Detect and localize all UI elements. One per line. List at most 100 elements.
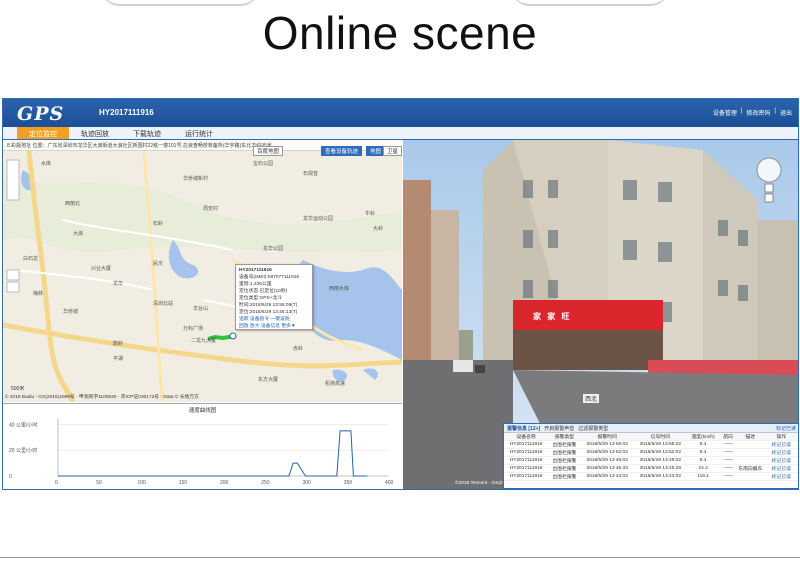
cell: 2018/6/29 13:49:02 <box>633 456 687 466</box>
table-row: HY2017111916 出围栏报警 2018/6/29 13:55:02 2018/… <box>504 440 798 450</box>
column-header: 报警类型 <box>548 433 581 442</box>
cell: 9.4 <box>686 456 720 466</box>
map-label: 石岭 <box>153 221 164 227</box>
tab-download-track[interactable]: 下载轨迹 <box>121 127 173 139</box>
tab-location-monitor[interactable]: 定位监控 <box>17 127 69 139</box>
map-label: 石观音 <box>303 171 319 177</box>
satellite-button[interactable]: 卫星 <box>383 146 402 156</box>
map-label: 机荷高速 <box>325 381 346 387</box>
mark-read-link[interactable]: 标记已读 <box>763 464 798 474</box>
map-label: 龙华 <box>113 281 124 287</box>
alarm-table-header: 设备名称 报警类型 报警时间 信号时间 速度(km/h) 航向 描述 操作 <box>504 433 798 442</box>
cell: 9.4 <box>686 448 720 458</box>
speed-chart: 速度曲线图 40 公里/小时 20 公里/小时 0 0 50 100 150 200 250 30… <box>3 403 402 487</box>
cell: 2018/6/29 13:55:02 <box>633 440 687 450</box>
column-header: 报警时间 <box>580 433 634 442</box>
tab-run-statistics[interactable]: 运行统计 <box>173 127 225 139</box>
top-links: 设备管理 | 修改密码 | 退出 <box>712 108 792 117</box>
cell: 9.4 <box>686 440 720 450</box>
popup-actions-row1[interactable]: 追踪 设备指令 一键设防 <box>239 316 309 323</box>
headline: Online scene <box>262 7 538 59</box>
cell: 24.4 <box>686 464 720 474</box>
map-label: 华侨城新村 <box>183 176 209 182</box>
cell: 出围栏报警 <box>548 472 581 482</box>
cell: —— <box>719 472 737 482</box>
column-header: 航向 <box>719 433 737 442</box>
mark-read-link[interactable]: 标记已读 <box>763 456 798 466</box>
device-manage-link[interactable]: 设备管理 <box>713 108 737 117</box>
map-label: 宝石公园 <box>253 161 274 167</box>
x-tick-label: 150 <box>179 480 188 486</box>
map-label: 西丽水库 <box>329 286 350 292</box>
x-tick-label: 200 <box>220 480 229 486</box>
map-label: 大岭 <box>373 226 384 232</box>
mark-all-read[interactable]: 标记已读 <box>776 425 796 432</box>
cell: 2018/6/29 13:52:02 <box>633 448 687 458</box>
column-header: 描述 <box>737 433 764 442</box>
map-label: 白石龙 <box>23 256 39 262</box>
column-header: 设备名称 <box>504 433 549 442</box>
change-password-link[interactable]: 修改密码 <box>746 108 770 117</box>
map-label: 大浪 <box>73 231 84 237</box>
app-header: GPS HY2017111916 设备管理 | 修改密码 | 退出 <box>3 99 798 127</box>
column-header: 信号时间 <box>633 433 687 442</box>
popup-actions-row2[interactable]: 回放 放大 设备信息 更多▼ <box>239 323 309 330</box>
popup-title: HY2017111916 <box>239 268 272 273</box>
logout-link[interactable]: 退出 <box>780 108 792 117</box>
x-tick-label: 250 <box>261 480 270 486</box>
baidu-map[interactable]: 8 彩瓶地址 位置：广东省深圳市龙华区大浪街道大浪社区新围村22栋一楼101号,… <box>3 140 402 402</box>
y-tick-label: 0 <box>9 474 12 480</box>
y-tick-label: 20 公里/小时 <box>9 447 37 454</box>
map-label: 万科广场 <box>183 326 204 332</box>
map-label: 二龙九大厦 <box>191 338 217 344</box>
map-label: 龙华公园 <box>263 246 284 252</box>
popup-line: 时间:2018/6/29 13:55:09(T) <box>239 303 298 308</box>
map-label: 深圳北站 <box>153 301 174 307</box>
popup-line: 里程:1.335公里 <box>239 282 272 287</box>
map-label: 羊台山 <box>193 306 209 312</box>
device-info-popup: HY2017111916 设备号(IMEI):087077111916 里程:1… <box>235 264 313 330</box>
cell: 出围栏报警 <box>548 440 581 450</box>
map-label: 民乐 <box>153 261 164 267</box>
speed-chart-svg: 40 公里/小时 20 公里/小时 0 0 50 100 150 200 250 300 350 40… <box>9 418 394 486</box>
map-label: 龙华运动公园 <box>303 216 334 222</box>
cell: —— <box>719 456 737 466</box>
alarm-title: 报警信息 [12+] <box>507 425 541 432</box>
cell: —— <box>719 464 737 474</box>
cell: 2018/6/29 13:45:33 <box>580 464 634 474</box>
mark-read-link[interactable]: 标记已读 <box>763 448 798 458</box>
cell: 东南向偏东 <box>737 464 764 474</box>
cell <box>737 472 764 482</box>
cell: 2018/6/29 13:43:02 <box>580 472 634 482</box>
cell: 119.1 <box>686 472 720 482</box>
column-header: 速度(km/h) <box>686 433 720 442</box>
cell: 出围栏报警 <box>548 448 581 458</box>
x-tick-label: 300 <box>303 480 312 486</box>
cell: 2018/6/29 13:49:02 <box>580 456 634 466</box>
view-track-button[interactable]: 查看设备轨迹 <box>321 146 363 156</box>
cell: —— <box>719 440 737 450</box>
map-source-select[interactable]: 百度地图 <box>253 146 284 156</box>
speed-line <box>58 430 368 477</box>
cell: HY2017111916 <box>504 440 549 450</box>
map-label: 鹊岭 <box>113 341 124 347</box>
cell: HY2017111916 <box>504 464 549 474</box>
popup-line: 定位类型:GPS+北斗 <box>239 296 283 301</box>
tab-track-playback[interactable]: 轨迹回放 <box>69 127 121 139</box>
mark-read-link[interactable]: 标记已读 <box>763 472 798 482</box>
direction-sign: 西北 <box>583 394 600 403</box>
map-label: 梅林 <box>33 291 44 297</box>
x-tick-label: 0 <box>55 480 58 486</box>
bottom-divider <box>0 557 800 558</box>
map-scale: 500米 <box>11 386 25 392</box>
alarm-table: 设备名称 报警类型 报警时间 信号时间 速度(km/h) 航向 描述 操作 HY… <box>504 433 798 482</box>
popup-line: 设备号(IMEI):087077111916 <box>239 275 300 280</box>
cell <box>737 456 764 466</box>
cell <box>737 448 764 458</box>
sound-toggle[interactable]: 开启报警声音 <box>544 425 574 432</box>
cell <box>737 440 764 450</box>
gps-logo: GPS <box>17 103 65 125</box>
mark-read-link[interactable]: 标记已读 <box>763 440 798 450</box>
filter-alarm-type[interactable]: 过滤报警类型 <box>578 425 608 432</box>
map-label: 周安村 <box>203 206 219 212</box>
